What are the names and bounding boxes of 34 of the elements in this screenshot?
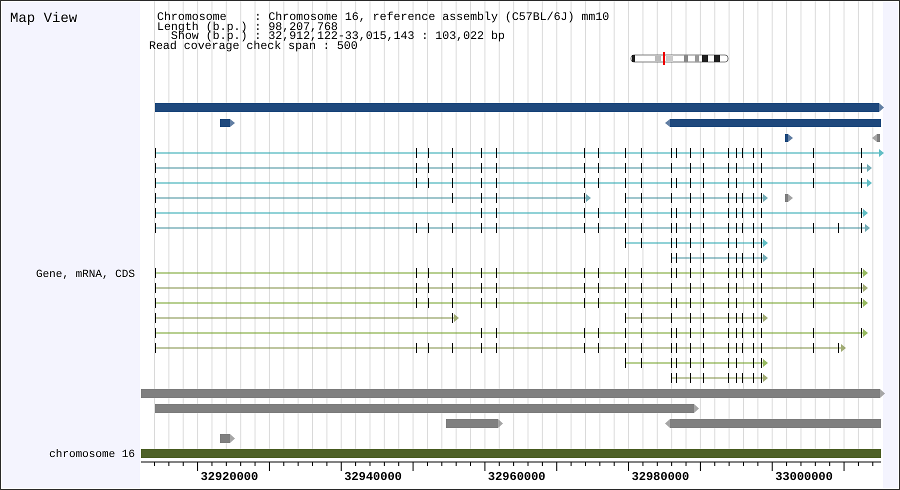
info-line: Read coverage check span : 500 bbox=[149, 42, 358, 52]
axis-label: 32920000 bbox=[200, 470, 258, 484]
transcript-model[interactable] bbox=[670, 252, 768, 264]
axis-label: 32940000 bbox=[344, 470, 402, 484]
transcript-model[interactable] bbox=[154, 192, 768, 204]
axis-label: 32980000 bbox=[632, 470, 690, 484]
chromosome-ideogram-icon bbox=[630, 52, 728, 65]
transcript-model[interactable] bbox=[154, 342, 846, 354]
transcript-model[interactable] bbox=[154, 328, 868, 338]
feature-bar[interactable] bbox=[446, 419, 503, 428]
view-title: Map View bbox=[10, 11, 78, 27]
feature-bar[interactable] bbox=[220, 434, 235, 443]
transcript-model[interactable] bbox=[624, 238, 768, 248]
feature-marker[interactable] bbox=[785, 194, 793, 202]
axis-label: 33000000 bbox=[775, 470, 833, 484]
transcript-model[interactable] bbox=[154, 282, 868, 294]
transcript-model[interactable] bbox=[670, 372, 768, 384]
feature-marker[interactable] bbox=[785, 134, 793, 142]
transcript-model[interactable] bbox=[154, 208, 868, 218]
info-line: Length (b.p.) : 98,207,768 bbox=[157, 22, 338, 32]
transcript-model[interactable] bbox=[154, 148, 884, 158]
transcript-model[interactable] bbox=[624, 358, 768, 368]
info-line: Chromosome : Chromosome 16, reference assembly (C57BL/6J) mm10 bbox=[157, 13, 610, 23]
transcript-model[interactable] bbox=[154, 222, 870, 234]
transcript-model[interactable] bbox=[154, 268, 868, 278]
transcript-model[interactable] bbox=[154, 178, 872, 188]
track-label: Gene, mRNA, CDS bbox=[36, 269, 135, 281]
transcript-model[interactable] bbox=[154, 162, 872, 174]
info-line: Show (b.p.) : 32,912,122-33,015,143 : 103,022 bp bbox=[170, 32, 506, 42]
feature-marker[interactable] bbox=[872, 134, 880, 142]
transcript-model[interactable] bbox=[154, 298, 868, 308]
feature-bar[interactable] bbox=[220, 119, 235, 127]
track-label: chromosome 16 bbox=[49, 449, 135, 461]
axis-label: 32960000 bbox=[488, 470, 546, 484]
